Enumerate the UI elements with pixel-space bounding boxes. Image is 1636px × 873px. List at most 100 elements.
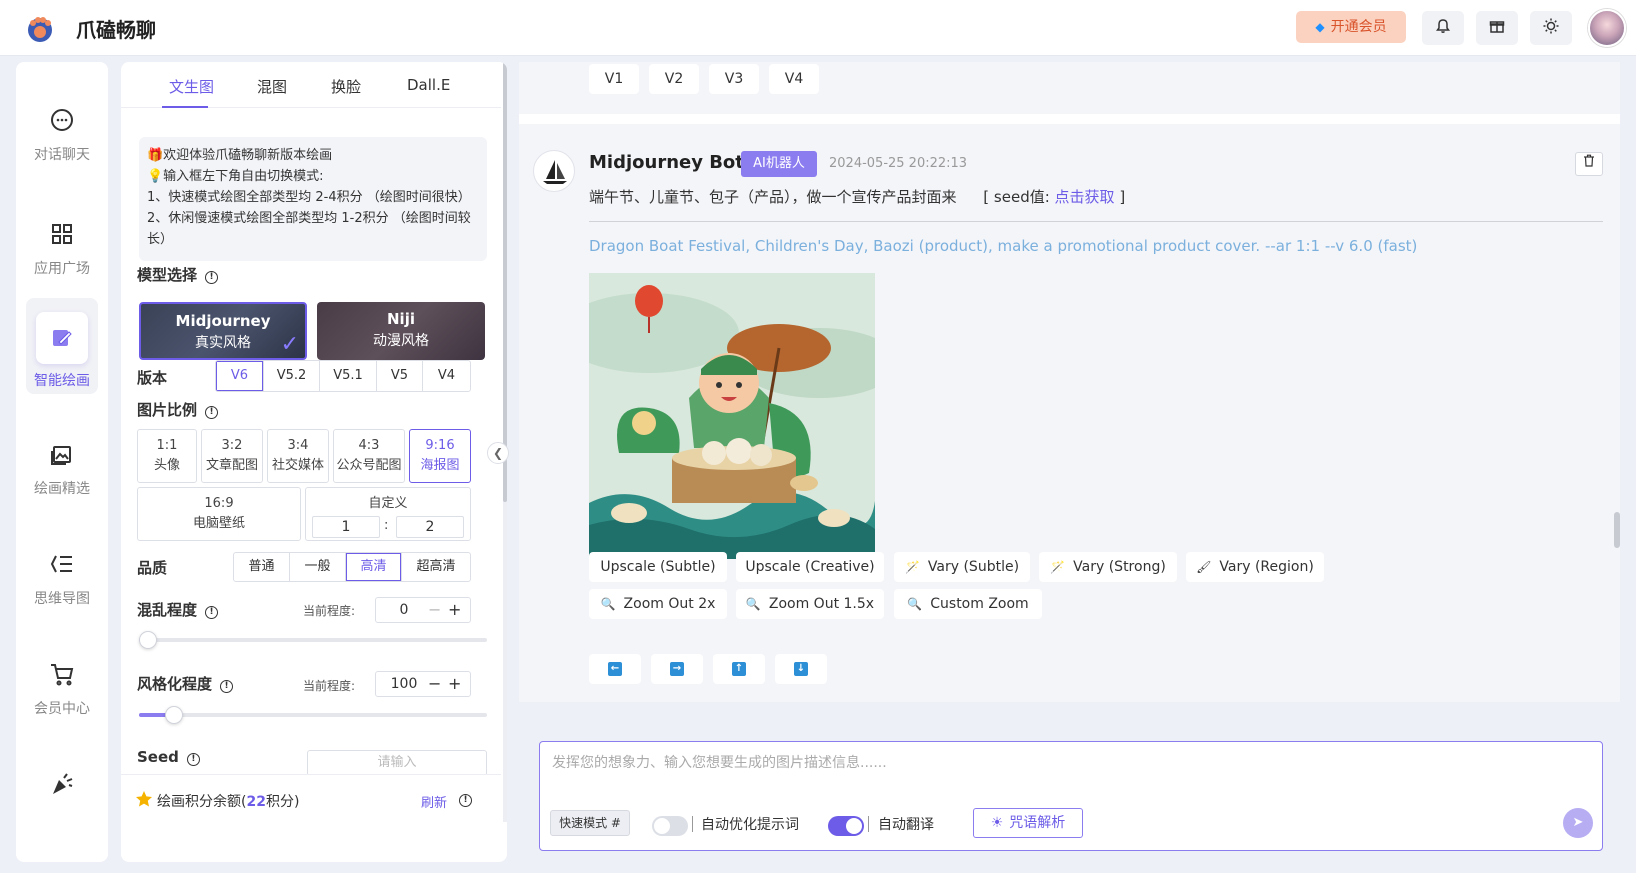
model-card-midjourney[interactable]: Midjourney 真实风格 ✓: [139, 302, 307, 360]
ratio-option-16-9[interactable]: 16:9 电脑壁纸: [137, 487, 301, 541]
collapse-panel-button[interactable]: ❮: [487, 442, 509, 464]
custom-ratio-height-input[interactable]: 2: [396, 516, 464, 538]
minus-icon[interactable]: −: [428, 598, 441, 622]
ratio-option-9-16[interactable]: 9:16 海报图: [409, 429, 471, 483]
chaos-stepper[interactable]: 0 − +: [375, 597, 471, 623]
info-icon[interactable]: !: [459, 794, 472, 807]
nav-item-gallery[interactable]: 绘画精选: [26, 418, 98, 514]
theme-toggle-button[interactable]: [1530, 11, 1572, 45]
nav-item-apps[interactable]: 应用广场: [26, 198, 98, 294]
pan-up-button[interactable]: ↑: [713, 654, 765, 684]
chaos-title: 混乱程度: [137, 601, 198, 619]
nav-item-mindmap[interactable]: 思维导图: [26, 528, 98, 624]
chat-scrollbar-thumb[interactable]: [1614, 512, 1620, 548]
mode-tabs: 文生图 混图 换脸 Dall.E: [121, 62, 501, 108]
quality-option-medium[interactable]: 一般: [290, 553, 346, 581]
generated-image[interactable]: [589, 273, 875, 559]
credits-bar: 绘画积分余额(22积分) 刷新 !: [121, 774, 501, 822]
version-option-v5-1[interactable]: V5.1: [320, 361, 377, 391]
drawing-settings-panel: 文生图 混图 换脸 Dall.E 🎁欢迎体验爪磕畅聊新版本绘画 💡输入框左下角自…: [121, 62, 507, 862]
pan-right-button[interactable]: →: [651, 654, 703, 684]
variation-button-v2[interactable]: V2: [649, 64, 699, 94]
vary-subtle-button[interactable]: 🪄 Vary (Subtle): [894, 552, 1030, 582]
pan-left-button[interactable]: ←: [589, 654, 641, 684]
chat-scrollbar[interactable]: [1614, 62, 1620, 702]
custom-zoom-button[interactable]: 🔍 Custom Zoom: [894, 589, 1042, 619]
version-option-v5[interactable]: V5: [377, 361, 423, 391]
variation-button-v3[interactable]: V3: [709, 64, 759, 94]
auto-translate-toggle[interactable]: [828, 816, 864, 836]
variation-button-v4[interactable]: V4: [769, 64, 819, 94]
tab-text-to-image[interactable]: 文生图: [169, 76, 214, 97]
ratio-value: 1:1: [156, 438, 178, 453]
quality-option-uhd[interactable]: 超高清: [402, 553, 470, 581]
auto-optimize-toggle[interactable]: [652, 816, 688, 836]
custom-ratio-width-input[interactable]: 1: [312, 516, 380, 538]
refresh-link[interactable]: 刷新: [421, 792, 447, 811]
gift-button[interactable]: [1476, 11, 1518, 45]
stylize-slider-handle[interactable]: [165, 706, 183, 724]
vip-button[interactable]: ◆ 开通会员: [1296, 11, 1406, 43]
pan-down-button[interactable]: ↓: [775, 654, 827, 684]
seed-input[interactable]: 请输入: [307, 750, 487, 776]
mode-switch-chip[interactable]: 快速模式 #: [550, 810, 630, 836]
ratio-option-3-4[interactable]: 3:4 社交媒体: [267, 429, 329, 483]
model-card-niji[interactable]: Niji 动漫风格: [317, 302, 485, 360]
tab-blend[interactable]: 混图: [257, 76, 287, 97]
upscale-subtle-button[interactable]: Upscale (Subtle): [589, 552, 727, 582]
upscale-creative-button[interactable]: Upscale (Creative): [736, 552, 884, 582]
panel-scrollbar-thumb[interactable]: [503, 62, 507, 502]
nav-item-extra[interactable]: [26, 748, 98, 844]
send-button[interactable]: ➤: [1563, 808, 1593, 838]
info-icon[interactable]: !: [220, 680, 234, 693]
quality-option-normal[interactable]: 普通: [234, 553, 290, 581]
action-label: Zoom Out 2x: [623, 596, 716, 612]
ratio-option-3-2[interactable]: 3:2 文章配图: [201, 429, 263, 483]
notification-button[interactable]: [1422, 11, 1464, 45]
prompt-input-box[interactable]: 发挥您的想象力、输入您想要生成的图片描述信息...... 快速模式 # 自动优化…: [539, 741, 1603, 851]
arrow-up-icon: ↑: [732, 662, 746, 676]
user-avatar[interactable]: [1588, 9, 1626, 47]
panel-scrollbar[interactable]: [503, 62, 507, 822]
info-icon[interactable]: !: [205, 406, 219, 419]
stylize-stepper[interactable]: 100 − +: [375, 671, 471, 697]
get-seed-link[interactable]: 点击获取: [1055, 188, 1115, 206]
version-option-v5-2[interactable]: V5.2: [264, 361, 320, 391]
zoom-out-1-5x-button[interactable]: 🔍 Zoom Out 1.5x: [736, 589, 884, 619]
chaos-slider-handle[interactable]: [139, 631, 157, 649]
ratio-option-4-3[interactable]: 4:3 公众号配图: [333, 429, 405, 483]
version-option-v6[interactable]: V6: [216, 361, 264, 391]
nav-item-member[interactable]: 会员中心: [26, 638, 98, 734]
auto-optimize-label: 自动优化提示词: [701, 817, 799, 833]
plus-icon[interactable]: +: [448, 672, 461, 696]
nav-item-chat[interactable]: 对话聊天: [26, 84, 98, 180]
info-icon[interactable]: !: [186, 753, 200, 766]
variation-button-v1[interactable]: V1: [589, 64, 639, 94]
minus-icon[interactable]: −: [428, 672, 441, 696]
ratio-section-title: 图片比例!: [137, 399, 219, 420]
nav-item-ai-painting[interactable]: 智能绘画: [26, 298, 98, 394]
paw-logo-icon[interactable]: [24, 12, 56, 44]
toggle-knob: [846, 818, 862, 834]
zoom-out-2x-button[interactable]: 🔍 Zoom Out 2x: [589, 589, 727, 619]
info-icon[interactable]: !: [205, 271, 219, 284]
stylize-slider[interactable]: [139, 706, 487, 724]
info-icon[interactable]: !: [205, 606, 219, 619]
version-option-v4[interactable]: V4: [423, 361, 470, 391]
tab-dalle[interactable]: Dall.E: [407, 76, 450, 94]
ratio-label: 文章配图: [205, 458, 258, 473]
spell-analysis-button[interactable]: ☀ 咒语解析: [973, 808, 1083, 838]
chaos-slider[interactable]: [139, 631, 487, 649]
tab-face-swap[interactable]: 换脸: [331, 76, 361, 97]
magic-wand-icon: 🪄: [1050, 560, 1066, 574]
delete-message-button[interactable]: [1575, 152, 1603, 176]
stylize-current-label: 当前程度:: [303, 679, 356, 693]
ratio-option-1-1[interactable]: 1:1 头像: [137, 429, 197, 483]
plus-icon[interactable]: +: [448, 598, 461, 622]
prompt-input-placeholder[interactable]: 发挥您的想象力、输入您想要生成的图片描述信息......: [552, 752, 887, 772]
vary-strong-button[interactable]: 🪄 Vary (Strong): [1039, 552, 1177, 582]
ratio-option-custom[interactable]: 自定义 1 : 2: [305, 487, 471, 541]
vary-region-button[interactable]: 🖌 Vary (Region): [1186, 552, 1324, 582]
quality-option-hd[interactable]: 高清: [346, 553, 402, 581]
ratio-separator: :: [384, 518, 389, 533]
